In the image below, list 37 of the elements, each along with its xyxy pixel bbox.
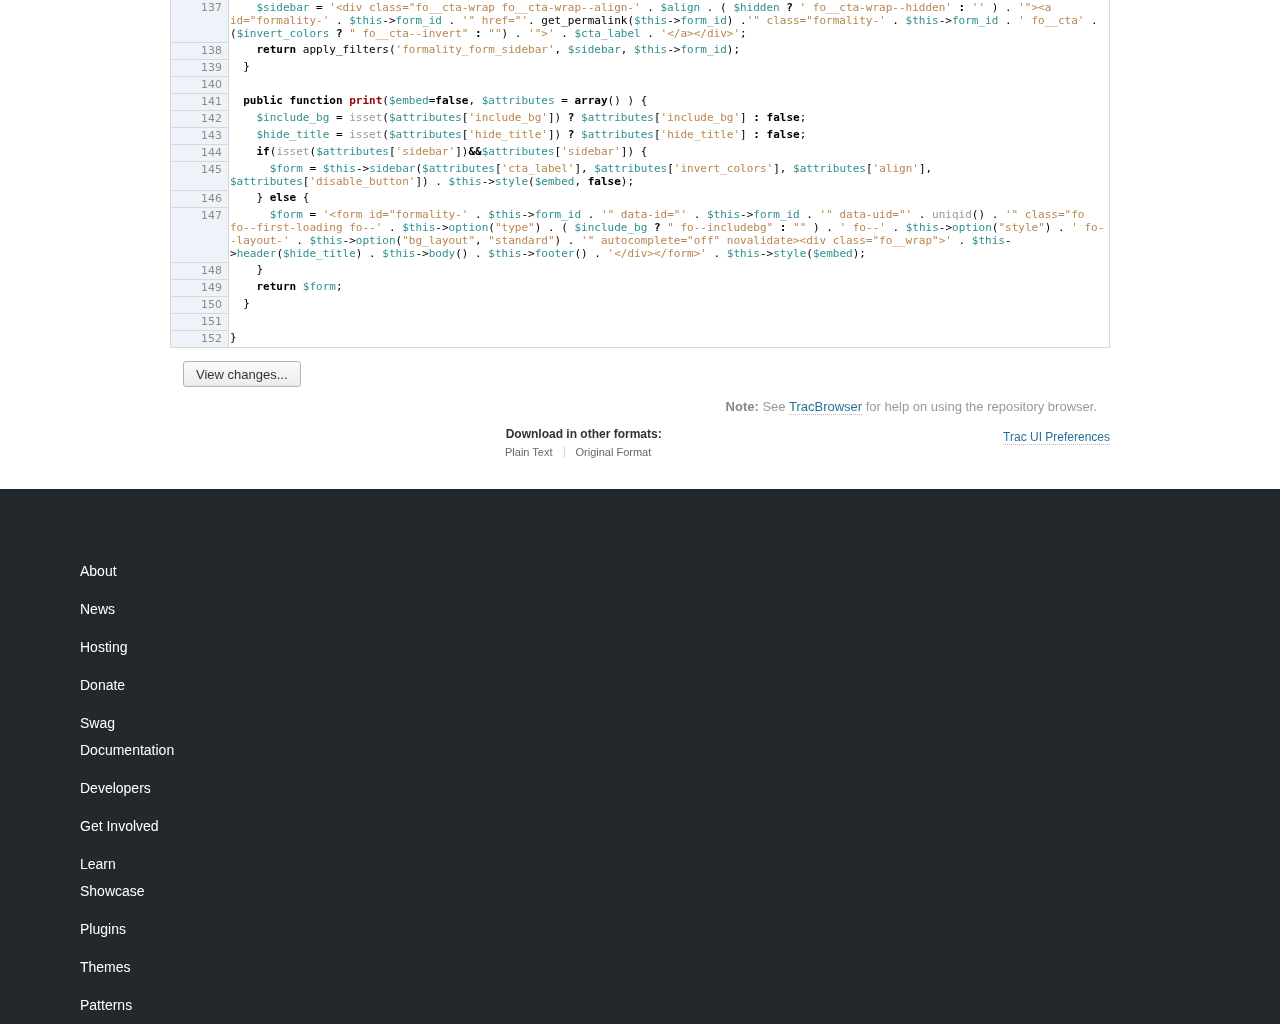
code-line: return apply_filters('formality_form_sidebar', $sidebar, $this->form_id);: [255, 43, 740, 56]
code-line: $form = '<form id="formality-' . $this->form_id . '" data-id="' . $this->form_id . '" data-uid="' . uniqid() . '" class="fo fo--first-loading fo--' . $this->option("type") . ( $include_bg ? " fo--includebg" : "" ) . ' fo--' . $this->option("style") . ' fo--layout-' . $this->option("bg_layout", "standard") . '" autocomplete="off" novalidate><div class="fo__wrap">' . $this->header($hide_title) . $this->body() . $this->footer() . '</div></form>' . $this->style($embed);: [230, 208, 1105, 260]
code-line: $form = $this->sidebar($attributes['cta_label'], $attributes['invert_colors'], $attributes['align'], $attributes['disable_button']) . $this->style($embed, false);: [230, 162, 934, 188]
line-number: 145: [170, 161, 229, 190]
code-line: return $form;: [255, 280, 343, 293]
view-changes-button[interactable]: View changes...: [183, 360, 301, 387]
help-note: Note: See TracBrowser for help on using the repository browser.: [724, 398, 1097, 414]
format-link[interactable]: Original Format: [563, 445, 663, 458]
footer-link[interactable]: About: [80, 562, 117, 580]
code-line: if(isset($attributes['sidebar'])&&$attributes['sidebar']) {: [255, 145, 648, 158]
footer-link[interactable]: Get Involved: [80, 817, 159, 835]
line-number: 137: [170, 0, 229, 42]
code-line: } else {: [255, 191, 310, 204]
footer-link[interactable]: Plugins: [80, 920, 126, 938]
code-line: public function print($embed=false, $attributes = array() ) {: [242, 94, 648, 107]
footer-link[interactable]: Documentation: [80, 741, 175, 759]
trac-browser-link[interactable]: TracBrowser: [788, 398, 863, 415]
preferences-link[interactable]: Trac UI Preferences: [1003, 429, 1110, 445]
footer-link[interactable]: Hosting: [80, 638, 128, 656]
code-line: }: [242, 60, 250, 73]
code-line: }: [230, 331, 237, 344]
footer-link[interactable]: Patterns: [80, 996, 133, 1014]
code-line: }: [242, 297, 250, 310]
footer-link[interactable]: News: [80, 600, 115, 618]
footer-link[interactable]: Developers: [80, 779, 151, 797]
code-line: $include_bg = isset($attributes['include_bg']) ? $attributes['include_bg'] : false;: [255, 111, 807, 124]
footer-link[interactable]: Themes: [80, 958, 131, 976]
format-link[interactable]: Plain Text: [505, 445, 564, 458]
footer-link[interactable]: Learn: [80, 855, 116, 873]
download-formats-heading: Download in other formats:: [505, 426, 662, 441]
footer-link[interactable]: Donate: [80, 676, 126, 694]
footer-link[interactable]: Swag: [80, 714, 116, 732]
footer-link[interactable]: Showcase: [80, 882, 145, 900]
line-number: 147: [170, 207, 229, 262]
code-line: }: [255, 263, 264, 276]
code-line: $sidebar = '<div class="fo__cta-wrap fo__cta-wrap--align-' . $align . ( $hidden ? ' fo__cta-wrap--hidden' : '' ) . '"><a id="formality-' . $this->form_id . '" href="'. get_permalink($this->form_id) .'" class="formality-' . $this->form_id . ' fo__cta' . ($invert_colors ? " fo__cta--invert" : "") . '">' . $cta_label . '</a></div>';: [230, 1, 1099, 40]
code-line: $hide_title = isset($attributes['hide_title']) ? $attributes['hide_title'] : false;: [255, 128, 807, 141]
